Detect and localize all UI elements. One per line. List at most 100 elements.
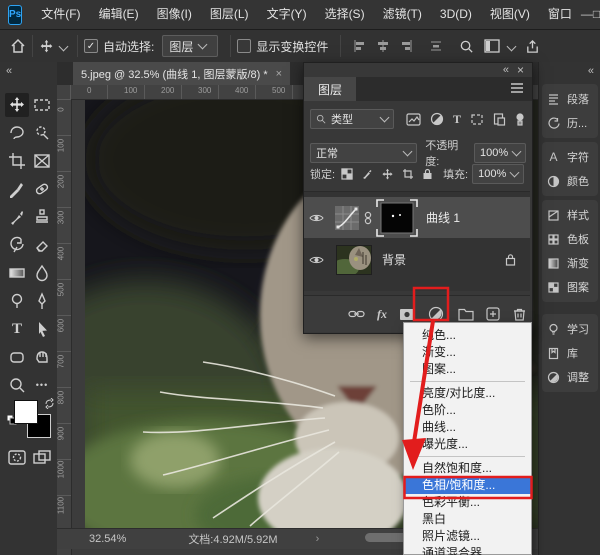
menu-filter[interactable]: 滤镜(T) <box>374 0 431 29</box>
lock-pixels-icon[interactable] <box>361 168 373 180</box>
panel-button-adjustments[interactable]: 调整 <box>542 365 598 389</box>
new-adjustment-layer-icon[interactable] <box>428 306 444 322</box>
menu-type[interactable]: 文字(Y) <box>258 0 316 29</box>
menu-item-exposure[interactable]: 曝光度... <box>404 436 531 453</box>
filter-type-dropdown[interactable]: 类型 <box>310 109 394 129</box>
menu-item-curves[interactable]: 曲线... <box>404 419 531 436</box>
align-right-icon[interactable] <box>400 39 414 53</box>
layer-name[interactable]: 背景 <box>382 251 406 268</box>
panel-button-libraries[interactable]: 库 <box>542 341 598 365</box>
marquee-tool[interactable] <box>30 93 54 117</box>
menu-item-brightness-contrast[interactable]: 亮度/对比度... <box>404 385 531 402</box>
move-tool-chevron-icon[interactable] <box>59 41 69 51</box>
pen-tool[interactable] <box>30 289 54 313</box>
move-tool[interactable] <box>5 93 29 117</box>
panel-button-patterns[interactable]: 图案 <box>542 275 598 299</box>
lock-position-icon[interactable] <box>381 168 394 181</box>
lock-artboard-icon[interactable] <box>402 168 414 180</box>
panel-menu-icon[interactable] <box>510 82 524 97</box>
workspace-chevron-icon[interactable] <box>507 41 517 51</box>
mask-link-icon[interactable] <box>364 211 372 225</box>
delete-layer-icon[interactable] <box>513 307 526 321</box>
layer-mask-thumbnail[interactable] <box>376 199 418 237</box>
foreground-color-swatch[interactable] <box>14 400 38 424</box>
panel-button-learn[interactable]: 学习 <box>542 317 598 341</box>
screen-mode-icon[interactable] <box>30 445 54 469</box>
panel-close-icon[interactable]: × <box>517 63 524 77</box>
menu-select[interactable]: 选择(S) <box>316 0 374 29</box>
menu-view[interactable]: 视图(V) <box>481 0 539 29</box>
minimize-button[interactable]: — <box>581 0 593 29</box>
frame-tool[interactable] <box>30 149 54 173</box>
layer-name[interactable]: 曲线 1 <box>426 209 460 226</box>
curves-adjustment-thumbnail[interactable] <box>334 205 360 231</box>
panel-button-swatches[interactable]: 色板 <box>542 227 598 251</box>
share-icon[interactable] <box>525 39 540 54</box>
blur-tool[interactable] <box>30 261 54 285</box>
menu-item-photo-filter[interactable]: 照片滤镜... <box>404 528 531 545</box>
filter-smart-objects-icon[interactable] <box>493 112 506 126</box>
move-tool-icon[interactable] <box>39 39 54 54</box>
status-chevron-icon[interactable]: › <box>316 533 320 545</box>
zoom-level[interactable]: 32.54% <box>89 533 126 545</box>
clone-stamp-tool[interactable] <box>30 205 54 229</box>
panel-button-color[interactable]: 颜色 <box>542 169 598 193</box>
filter-shape-layers-icon[interactable] <box>470 113 484 126</box>
menu-item-vibrance[interactable]: 自然饱和度... <box>404 460 531 477</box>
filter-pixel-layers-icon[interactable] <box>406 113 421 126</box>
menu-item-gradient[interactable]: 渐变... <box>404 344 531 361</box>
menu-3d[interactable]: 3D(D) <box>431 0 481 29</box>
panel-collapse-icon[interactable]: « <box>503 64 508 76</box>
menu-layer[interactable]: 图层(L) <box>201 0 258 29</box>
layers-tab[interactable]: 图层 <box>304 77 356 101</box>
lock-transparency-icon[interactable] <box>341 168 353 180</box>
crop-tool[interactable] <box>5 149 29 173</box>
new-group-icon[interactable] <box>458 308 474 321</box>
path-selection-tool[interactable] <box>30 317 54 341</box>
distribute-icon[interactable] <box>429 39 443 53</box>
panel-button-history[interactable]: 历... <box>542 111 598 135</box>
healing-brush-tool[interactable] <box>30 177 54 201</box>
show-transform-checkbox[interactable] <box>237 39 251 53</box>
eraser-tool[interactable] <box>30 233 54 257</box>
menu-file[interactable]: 文件(F) <box>32 0 89 29</box>
quick-mask-icon[interactable] <box>5 445 29 469</box>
auto-select-checkbox[interactable]: ✓ <box>84 39 98 53</box>
visibility-eye-icon[interactable] <box>304 255 328 265</box>
type-tool[interactable]: T <box>5 317 29 341</box>
zoom-tool[interactable] <box>5 373 29 397</box>
toolbar-collapse-icon[interactable]: « <box>6 65 11 77</box>
menu-item-levels[interactable]: 色阶... <box>404 402 531 419</box>
menu-window[interactable]: 窗口 <box>539 0 581 29</box>
shape-tool[interactable] <box>5 345 29 369</box>
ruler-origin[interactable] <box>57 85 71 99</box>
workspace-icon[interactable] <box>484 39 500 53</box>
new-layer-icon[interactable] <box>486 307 500 321</box>
quick-selection-tool[interactable] <box>30 121 54 145</box>
panel-button-character[interactable]: A 字符 <box>542 145 598 169</box>
link-layers-icon[interactable] <box>348 309 365 319</box>
dock-collapse-icon[interactable]: « <box>588 65 593 77</box>
panel-button-paragraph[interactable]: 段落 <box>542 87 598 111</box>
lock-all-icon[interactable] <box>422 168 433 180</box>
menu-item-color-balance[interactable]: 色彩平衡... <box>404 494 531 511</box>
history-brush-tool[interactable] <box>5 233 29 257</box>
layer-row-background[interactable]: 背景 <box>304 239 530 280</box>
eyedropper-tool[interactable] <box>5 177 29 201</box>
blend-mode-dropdown[interactable]: 正常 <box>310 143 417 163</box>
opacity-field[interactable]: 100% <box>474 143 526 163</box>
filter-toggle-icon[interactable] <box>514 112 526 127</box>
layer-row-curves[interactable]: 曲线 1 <box>304 197 530 238</box>
menu-image[interactable]: 图像(I) <box>148 0 201 29</box>
menu-item-hue-saturation[interactable]: 色相/饱和度... <box>404 477 531 494</box>
gradient-tool[interactable] <box>5 261 29 285</box>
brush-tool[interactable] <box>5 205 29 229</box>
maximize-button[interactable]: □ <box>593 0 600 29</box>
dodge-tool[interactable] <box>5 289 29 313</box>
panel-button-gradients[interactable]: 渐变 <box>542 251 598 275</box>
tab-close-icon[interactable]: × <box>276 68 282 80</box>
panel-button-styles[interactable]: 样式 <box>542 203 598 227</box>
swap-colors-icon[interactable] <box>44 398 55 412</box>
document-tab[interactable]: 5.jpeg @ 32.5% (曲线 1, 图层蒙版/8) * × <box>73 62 290 85</box>
search-icon[interactable] <box>459 39 474 54</box>
